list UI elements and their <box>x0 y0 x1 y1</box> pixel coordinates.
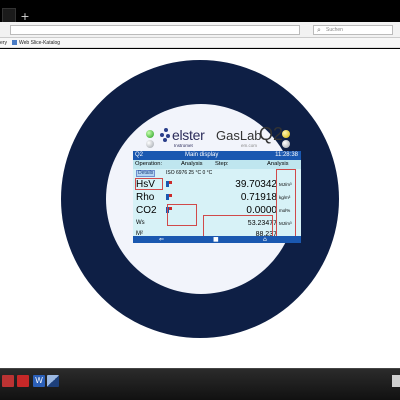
measurement-value: 0.71918 <box>240 192 277 203</box>
status-led-gray-icon <box>282 140 290 148</box>
bookmark-item[interactable]: ery <box>0 39 7 47</box>
measurement-label: CO2 <box>136 205 157 216</box>
browser-tab[interactable] <box>2 8 16 22</box>
measurement-label: Rho <box>136 192 155 203</box>
brand-name: elster <box>172 127 205 143</box>
search-placeholder: Suchen <box>326 27 343 33</box>
screen-title-bar: Q2 Main display 11:28:38 <box>133 151 301 160</box>
brand-subtitle: Instromet <box>174 143 193 148</box>
elster-logo-icon <box>160 128 172 142</box>
step-label: Step: <box>215 161 229 167</box>
highlight-frame <box>276 169 296 237</box>
taskbar: W <box>0 368 400 400</box>
screen-nav-bar: ⇐ ■ ⌂ <box>133 236 301 243</box>
browser-titlebar: + <box>0 0 400 22</box>
home-icon[interactable]: ⌂ <box>263 236 267 243</box>
details-button[interactable]: Details <box>136 170 156 177</box>
operation-value: Analysis <box>181 161 203 167</box>
show-desktop-button[interactable] <box>392 375 400 387</box>
search-icon: ⌕ <box>317 26 321 34</box>
status-led-green-icon <box>146 130 154 138</box>
flag-icon <box>166 194 172 200</box>
file-app-icon[interactable] <box>2 375 14 387</box>
highlight-frame <box>135 178 163 190</box>
screen-device-id: Q2 <box>135 152 144 158</box>
highlight-frame <box>167 204 197 226</box>
product-name: GasLab <box>216 128 262 143</box>
bookmarks-bar: ery Web Slice-Katalog <box>0 38 400 48</box>
new-tab-button[interactable]: + <box>20 11 30 22</box>
step-value: Analysis <box>267 161 289 167</box>
app-icon[interactable] <box>47 375 59 387</box>
search-input[interactable]: ⌕ Suchen <box>313 25 393 35</box>
bookmark-web-slice-katalog[interactable]: Web Slice-Katalog <box>19 39 60 47</box>
flag-icon <box>166 181 172 187</box>
operation-label: Operation: <box>135 161 163 167</box>
back-arrow-icon[interactable]: ⇐ <box>159 236 164 243</box>
product-subtitle: em.com <box>241 143 258 148</box>
address-bar[interactable] <box>10 25 300 35</box>
screen-title: Main display <box>185 152 219 158</box>
measurement-value: 39.70342 <box>235 179 277 190</box>
device-screen: Q2 Main display 11:28:38 Operation: Anal… <box>133 151 301 243</box>
product-model: Q2 <box>259 124 284 144</box>
web-slice-icon <box>12 40 17 45</box>
menu-square-icon[interactable]: ■ <box>213 236 219 243</box>
screen-clock: 11:28:38 <box>275 152 298 158</box>
status-led-gray-icon <box>146 140 154 148</box>
pdf-app-icon[interactable] <box>17 375 29 387</box>
status-led-yellow-icon <box>282 130 290 138</box>
operation-bar: Operation: Analysis Step: Analysis <box>133 160 301 169</box>
iso-standard-text: ISO 6976 25 °C 0 °C <box>166 170 213 176</box>
highlight-frame <box>203 215 273 237</box>
word-app-icon[interactable]: W <box>33 375 45 387</box>
